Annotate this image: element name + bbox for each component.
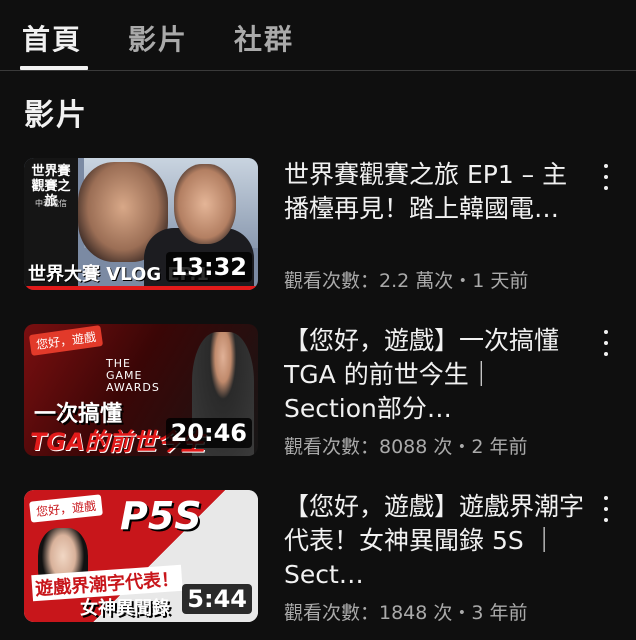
video-item[interactable]: 世界賽 觀賽之旅 中華電信 世界大賽 VLOG EP.1 13:32 世界賽觀賽… <box>0 158 636 308</box>
tab-videos[interactable]: 影片 <box>128 18 188 58</box>
more-vert-icon[interactable] <box>596 162 616 192</box>
watched-progress-bar <box>24 286 258 290</box>
thumbnail-logo-text: P5S <box>120 494 202 538</box>
thumbnail-tag: 您好，遊戲 <box>28 325 104 356</box>
tab-community[interactable]: 社群 <box>234 18 294 58</box>
video-duration: 5:44 <box>182 584 252 614</box>
video-meta: 觀看次數：1848 次・3 年前 <box>284 602 528 624</box>
section-title[interactable]: 影片 <box>24 90 88 134</box>
video-title[interactable]: 【您好，遊戲】遊戲界潮字代表！女神異聞錄 5S ｜ Sect… <box>284 490 584 592</box>
video-duration: 13:32 <box>165 252 252 282</box>
more-vert-icon[interactable] <box>596 494 616 524</box>
video-item[interactable]: 您好，遊戲 P5S 遊戲界潮字代表！ 女神異聞錄 5:44 【您好，遊戲】遊戲界… <box>0 490 636 640</box>
channel-tab-bar: 首頁 影片 社群 <box>0 0 636 71</box>
more-vert-icon[interactable] <box>596 328 616 358</box>
video-thumbnail[interactable]: 世界賽 觀賽之旅 中華電信 世界大賽 VLOG EP.1 13:32 <box>24 158 258 290</box>
video-item[interactable]: 您好，遊戲 THE GAME AWARDS 一次搞懂 TGA的前世今生 20:4… <box>0 324 636 474</box>
tab-home[interactable]: 首頁 <box>22 18 82 58</box>
video-meta: 觀看次數：2.2 萬次・1 天前 <box>284 270 529 292</box>
video-duration: 20:46 <box>165 418 252 448</box>
video-thumbnail[interactable]: 您好，遊戲 P5S 遊戲界潮字代表！ 女神異聞錄 5:44 <box>24 490 258 622</box>
thumbnail-caption: 女神異聞錄 <box>80 598 170 619</box>
active-tab-indicator <box>20 66 88 70</box>
video-title[interactable]: 世界賽觀賽之旅 EP1 – 主播檯再見！踏上韓國電… <box>284 158 584 226</box>
video-meta: 觀看次數：8088 次・2 年前 <box>284 436 528 458</box>
thumbnail-awards-text: THE GAME AWARDS <box>106 357 160 394</box>
thumbnail-brand-text: 中華電信 <box>35 199 67 208</box>
thumbnail-person <box>174 164 236 244</box>
video-thumbnail[interactable]: 您好，遊戲 THE GAME AWARDS 一次搞懂 TGA的前世今生 20:4… <box>24 324 258 456</box>
video-title[interactable]: 【您好，遊戲】一次搞懂 TGA 的前世今生｜ Section部分… <box>284 324 584 426</box>
